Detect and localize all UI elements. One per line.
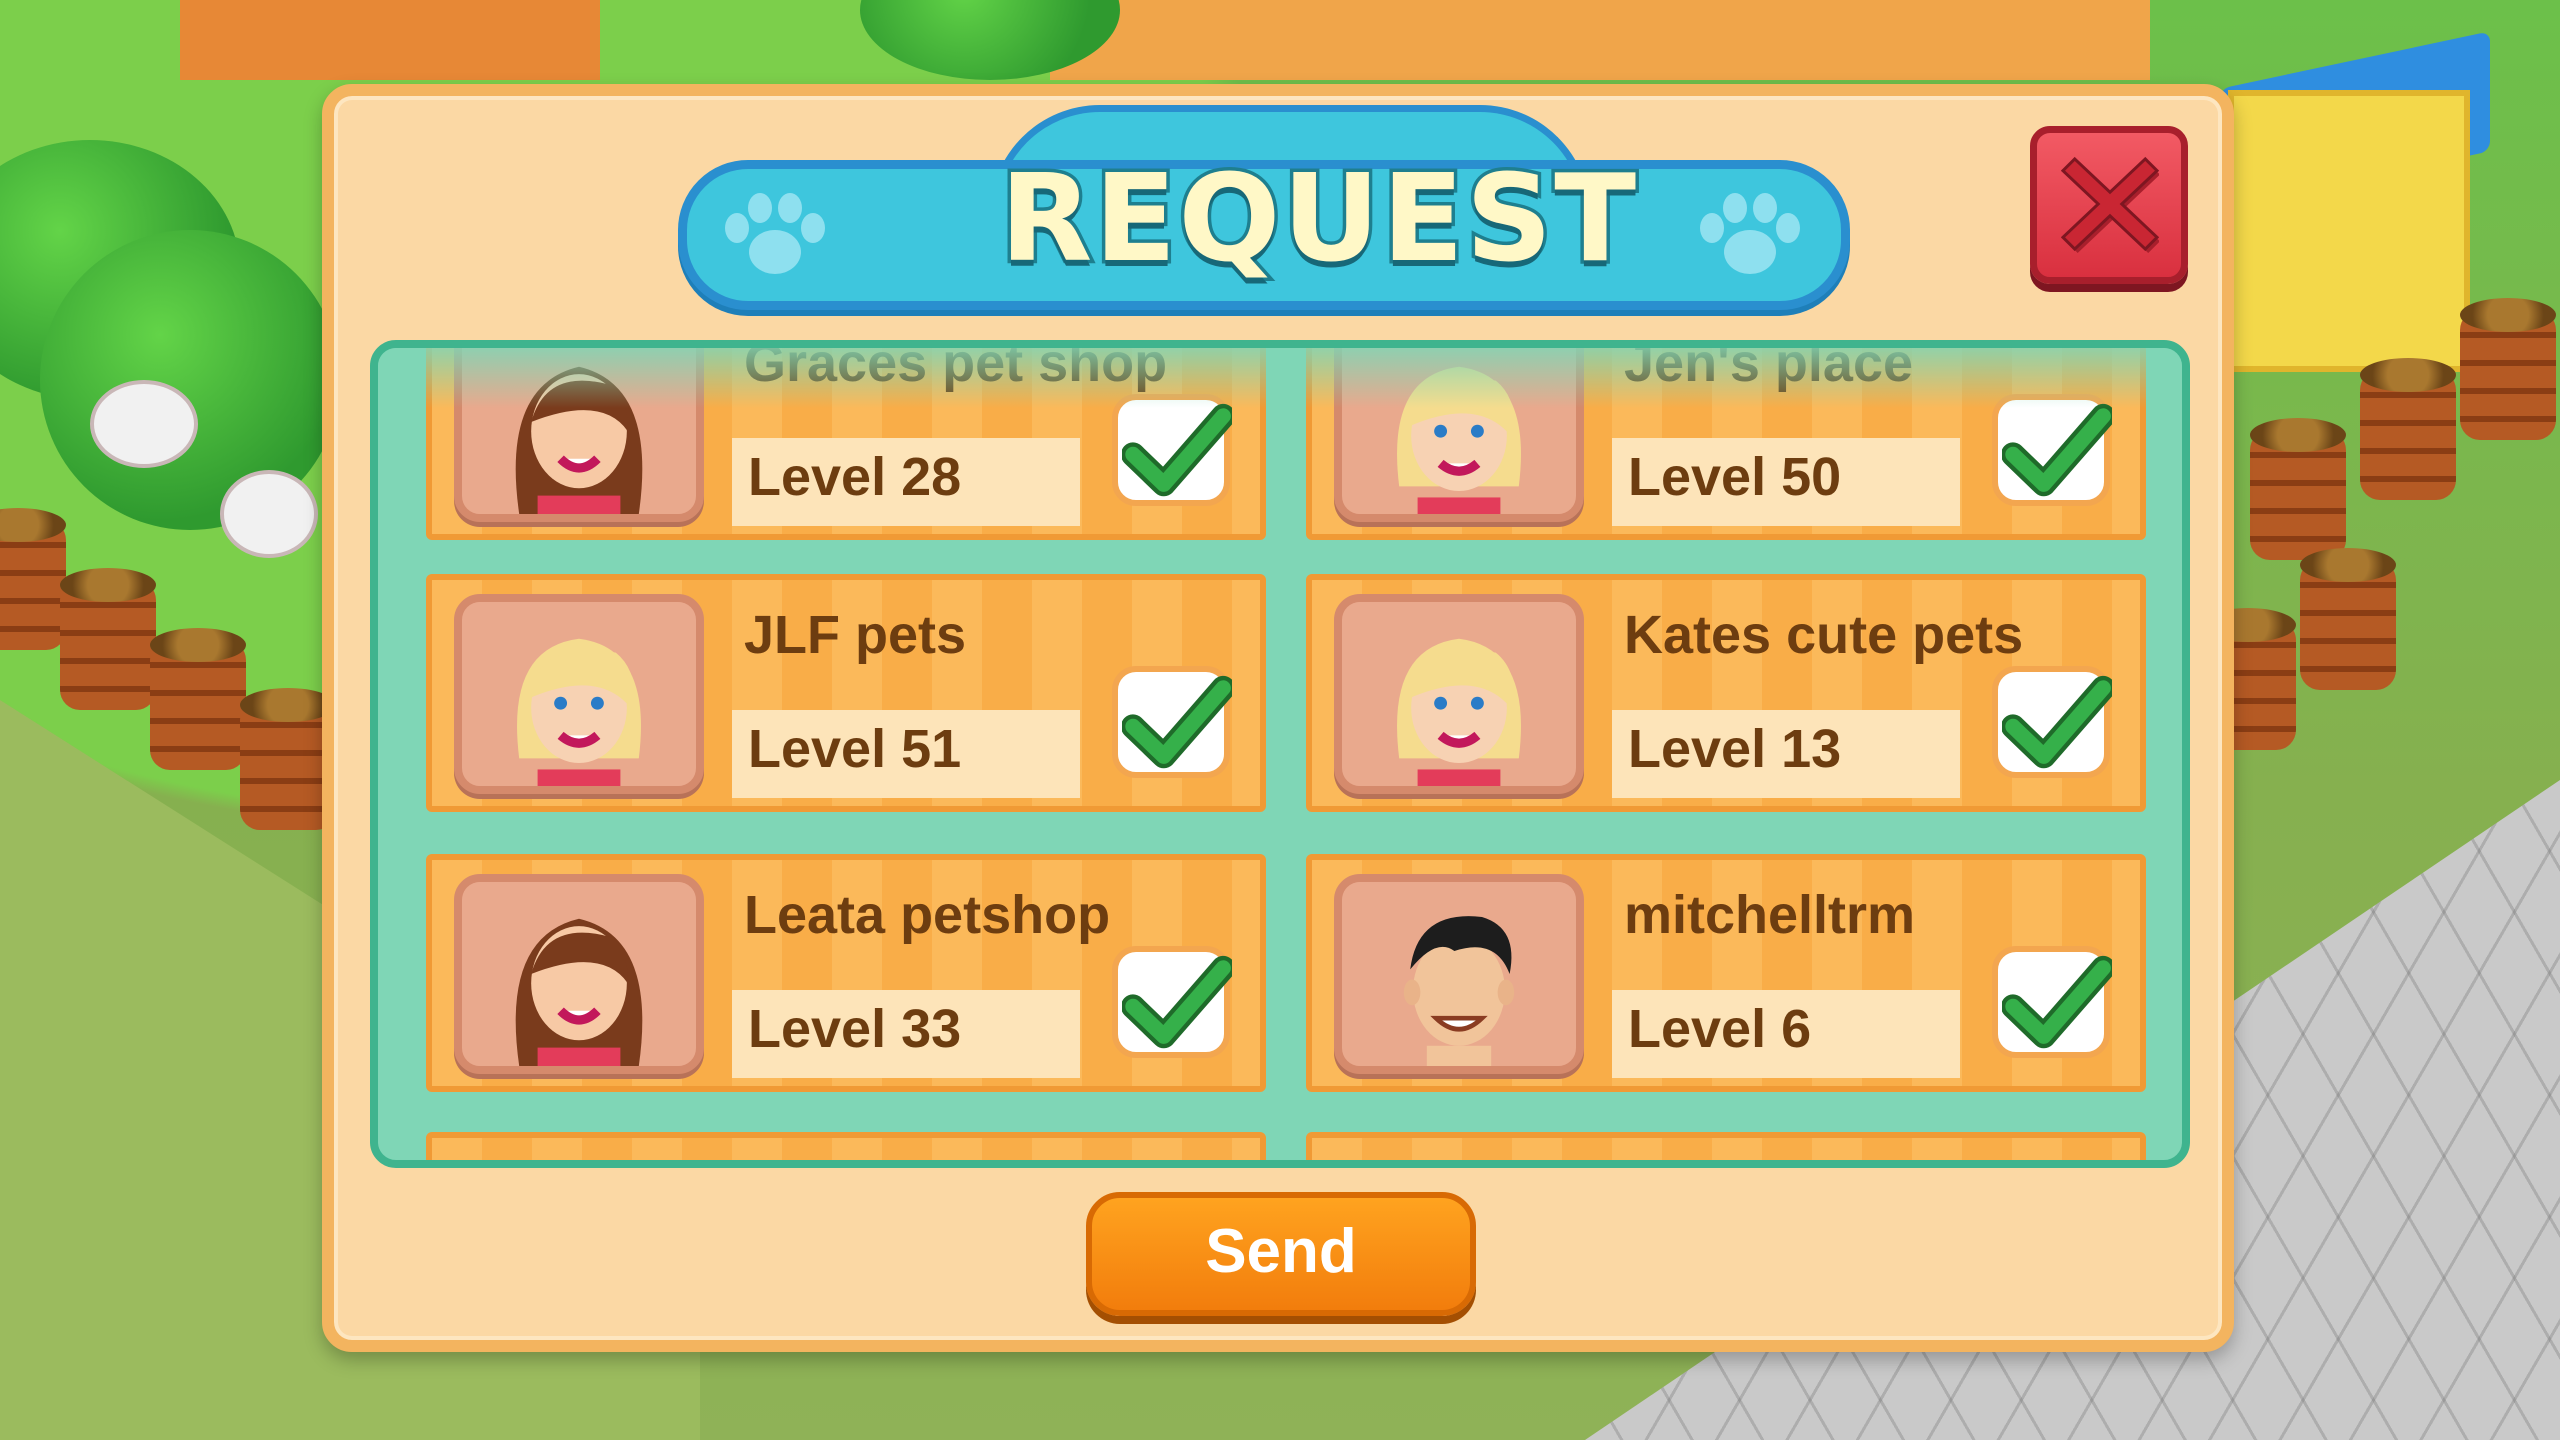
food-barrel xyxy=(2460,298,2556,440)
friend-card[interactable]: Leata petshop Level 33 xyxy=(426,854,1266,1092)
paw-print-icon xyxy=(715,190,835,293)
avatar xyxy=(454,874,704,1074)
dialog-title: REQUEST xyxy=(997,147,1640,293)
friend-card[interactable]: JLF pets Level 51 xyxy=(426,574,1266,812)
food-barrel xyxy=(150,628,246,770)
select-checkbox[interactable] xyxy=(1112,666,1232,778)
avatar xyxy=(1334,874,1584,1074)
food-barrel xyxy=(2250,418,2346,560)
friend-name: Kates cute pets xyxy=(1624,605,2024,665)
hamster xyxy=(90,380,198,468)
select-checkbox[interactable] xyxy=(1112,946,1232,1058)
close-x-icon xyxy=(2061,156,2159,253)
friend-list[interactable]: Graces pet shop Level 28 Jen's place Lev… xyxy=(370,340,2190,1168)
paw-print-icon xyxy=(1690,190,1810,293)
checkmark-icon xyxy=(2002,955,2112,1049)
friend-card[interactable] xyxy=(1306,1132,2146,1160)
friend-level: Level 51 xyxy=(748,719,962,779)
checkmark-icon xyxy=(1122,403,1232,497)
friend-level: Level 50 xyxy=(1628,447,1842,507)
select-checkbox[interactable] xyxy=(1112,394,1232,506)
select-checkbox[interactable] xyxy=(1992,946,2112,1058)
toy-shelf-left xyxy=(180,0,600,80)
checkmark-icon xyxy=(1122,955,1232,1049)
friend-card[interactable]: Kates cute pets Level 13 xyxy=(1306,574,2146,812)
avatar xyxy=(454,594,704,794)
close-button[interactable] xyxy=(2030,126,2188,284)
toy-shelf-top xyxy=(1050,0,2150,80)
checkmark-icon xyxy=(2002,675,2112,769)
avatar xyxy=(1334,348,1584,522)
select-checkbox[interactable] xyxy=(1992,666,2112,778)
friend-name: Jen's place xyxy=(1624,340,1914,393)
send-button[interactable]: Send xyxy=(1086,1192,1476,1316)
friend-name: Leata petshop xyxy=(744,885,1111,945)
hamster xyxy=(220,470,318,558)
friend-name: Graces pet shop xyxy=(744,340,1168,393)
food-barrel xyxy=(60,568,156,710)
checkmark-icon xyxy=(1122,675,1232,769)
pet-shop-building xyxy=(2228,90,2470,372)
friend-name: mitchelltrm xyxy=(1624,885,1916,945)
food-barrel xyxy=(2300,548,2396,690)
food-barrel xyxy=(2360,358,2456,500)
friend-level: Level 6 xyxy=(1628,999,1812,1059)
avatar xyxy=(454,348,704,522)
avatar xyxy=(1334,594,1584,794)
select-checkbox[interactable] xyxy=(1992,394,2112,506)
friend-card[interactable]: mitchelltrm Level 6 xyxy=(1306,854,2146,1092)
friend-card[interactable]: Graces pet shop Level 28 xyxy=(426,340,1266,540)
friend-card[interactable]: Jen's place Level 50 xyxy=(1306,340,2146,540)
friend-name: JLF pets xyxy=(744,605,967,665)
friend-card[interactable] xyxy=(426,1132,1266,1160)
friend-level: Level 33 xyxy=(748,999,962,1059)
food-barrel xyxy=(0,508,66,650)
friend-level: Level 28 xyxy=(748,447,962,507)
checkmark-icon xyxy=(2002,403,2112,497)
friend-level: Level 13 xyxy=(1628,719,1842,779)
